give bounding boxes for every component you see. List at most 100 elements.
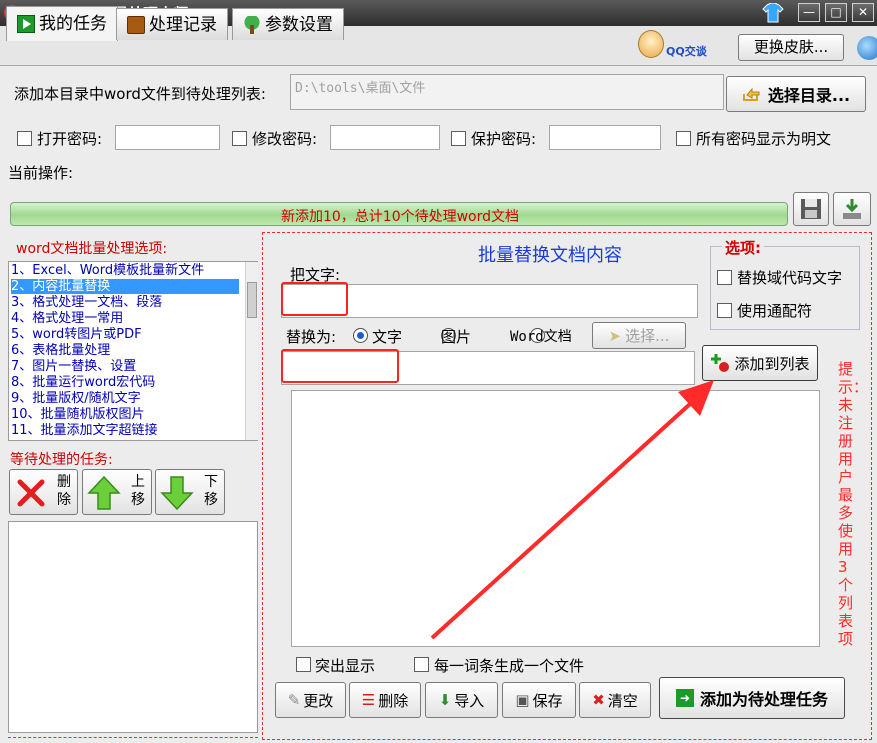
- list-item[interactable]: 2、内容批量替换: [11, 279, 239, 294]
- progress-text: 新添加10，总计10个待处理word文档: [280, 209, 520, 225]
- import-label: 导入: [454, 691, 485, 710]
- move-down-button[interactable]: 下移: [155, 469, 225, 515]
- download-icon: [843, 199, 861, 219]
- mode-image-label: 图片: [441, 328, 472, 346]
- select-directory-button[interactable]: 选择目录...: [726, 76, 866, 112]
- wildcard-checkbox[interactable]: [717, 303, 732, 318]
- minimize-button[interactable]: —: [798, 3, 820, 22]
- highlight-box: [281, 349, 399, 383]
- per-entry-file-label: 每一词条生成一个文件: [434, 657, 585, 675]
- maximize-button[interactable]: □: [825, 3, 847, 22]
- open-password-checkbox[interactable]: [17, 131, 32, 146]
- folder-arrow-icon: [742, 87, 760, 101]
- change-skin-button[interactable]: 更换皮肤...: [738, 34, 844, 61]
- mode-text-label: 文字: [372, 328, 403, 346]
- delete-list-icon: ☰: [361, 691, 376, 709]
- browser-icon[interactable]: [857, 36, 877, 60]
- list-item[interactable]: 11、批量添加文字超链接: [11, 423, 239, 438]
- list-item[interactable]: 4、格式处理一常用: [11, 311, 239, 326]
- add-pending-task-button[interactable]: ➜ 添加为待处理任务: [659, 677, 845, 719]
- delete-task-label: 删除: [57, 474, 71, 508]
- list-item[interactable]: 10、批量随机版权图片: [11, 407, 239, 422]
- tab-settings[interactable]: 参数设置: [232, 8, 344, 40]
- options-title: word文档批量处理选项:: [16, 241, 168, 257]
- up-arrow-icon: [87, 475, 121, 510]
- modify-password-label: 修改密码:: [252, 130, 318, 148]
- pencil-icon: ✎: [287, 691, 301, 709]
- import-icon: ⬇: [438, 691, 452, 709]
- progress-bar: 新添加10，总计10个待处理word文档: [10, 202, 788, 226]
- show-plain-checkbox[interactable]: [676, 131, 691, 146]
- arrow-right-icon: ➜: [675, 689, 694, 707]
- list-item[interactable]: 6、表格批量处理: [11, 343, 239, 358]
- qq-icon[interactable]: [638, 30, 664, 58]
- shirt-icon[interactable]: [762, 3, 784, 23]
- open-password-input[interactable]: [115, 125, 220, 150]
- options-group-title: 选项:: [722, 237, 764, 258]
- open-password-label: 打开密码:: [37, 130, 103, 148]
- field-code-checkbox[interactable]: [717, 270, 732, 285]
- wildcard-label: 使用通配符: [737, 302, 813, 320]
- pending-tasks-list[interactable]: [8, 521, 258, 733]
- add-to-list-label: 添加到列表: [734, 354, 810, 373]
- tree-icon: [243, 15, 261, 34]
- divider: [8, 737, 258, 738]
- red-x-icon: [17, 479, 45, 507]
- move-up-button[interactable]: 上移: [82, 469, 152, 515]
- show-plain-label: 所有密码显示为明文: [696, 130, 832, 148]
- protect-password-input[interactable]: [549, 125, 661, 150]
- down-arrow-icon: [160, 476, 194, 511]
- list-item[interactable]: 7、图片一替换、设置: [11, 359, 239, 374]
- field-code-label: 替换域代码文字: [737, 269, 843, 287]
- tab-my-tasks[interactable]: 我的任务: [6, 6, 118, 41]
- mode-text-radio[interactable]: [353, 328, 368, 343]
- clear-list-label: 清空: [607, 691, 638, 710]
- tab-label: 我的任务: [39, 14, 107, 34]
- save-list-button[interactable]: ▣ 保存: [502, 682, 576, 718]
- folder-arrow-icon: ➤: [608, 326, 622, 345]
- registration-hint: 提示：未注册用户最多使用3个列表项: [838, 360, 869, 648]
- clear-list-button[interactable]: ✖ 清空: [579, 682, 651, 718]
- save-progress-button[interactable]: [793, 192, 829, 226]
- move-up-label: 上移: [131, 474, 145, 508]
- list-item[interactable]: 8、批量运行word宏代码: [11, 375, 239, 390]
- import-button[interactable]: ⬇ 导入: [425, 682, 498, 718]
- protect-password-label: 保护密码:: [471, 130, 537, 148]
- replace-panel-title: 批量替换文档内容: [478, 245, 622, 266]
- highlight-checkbox[interactable]: [296, 657, 311, 672]
- modify-password-checkbox[interactable]: [232, 131, 247, 146]
- briefcase-icon: [127, 15, 145, 34]
- play-icon: [17, 15, 35, 33]
- delete-task-button[interactable]: 删除: [9, 469, 78, 515]
- move-down-label: 下移: [204, 474, 218, 508]
- add-pending-task-label: 添加为待处理任务: [699, 690, 828, 709]
- tab-label: 处理记录: [149, 14, 217, 35]
- choose-file-label: 选择...: [625, 327, 670, 345]
- tab-history[interactable]: 处理记录: [116, 8, 228, 40]
- highlight-label: 突出显示: [315, 657, 376, 675]
- delete-entry-button[interactable]: ☰ 删除: [349, 682, 421, 718]
- options-scrollbar[interactable]: [245, 262, 258, 440]
- close-button[interactable]: ✕: [852, 3, 874, 22]
- edit-entry-label: 更改: [303, 691, 334, 710]
- modify-password-input[interactable]: [330, 125, 440, 150]
- list-item[interactable]: 5、word转图片或PDF: [11, 327, 239, 342]
- download-button[interactable]: [833, 192, 871, 226]
- add-directory-label: 添加本目录中word文件到待处理列表:: [14, 85, 266, 103]
- delete-entry-label: 删除: [378, 691, 409, 710]
- list-item[interactable]: 9、批量版权/随机文字: [11, 391, 239, 406]
- choose-file-button[interactable]: ➤ 选择...: [592, 322, 686, 349]
- list-item[interactable]: 1、Excel、Word模板批量新文件: [11, 263, 239, 278]
- options-list[interactable]: 1、Excel、Word模板批量新文件 2、内容批量替换 3、格式处理一文档、段…: [8, 261, 258, 441]
- protect-password-checkbox[interactable]: [451, 131, 466, 146]
- directory-path-input[interactable]: D:\tools\桌面\文件: [290, 74, 724, 110]
- floppy-icon: [801, 199, 821, 219]
- scroll-thumb[interactable]: [247, 282, 257, 318]
- list-item[interactable]: 3、格式处理一文档、段落: [11, 295, 239, 310]
- edit-entry-button[interactable]: ✎ 更改: [275, 682, 346, 718]
- clear-x-icon: ✖: [592, 691, 605, 709]
- qq-chat-link[interactable]: QQ交谈: [666, 43, 707, 59]
- per-entry-file-checkbox[interactable]: [414, 657, 429, 672]
- current-operation-label: 当前操作:: [8, 164, 74, 182]
- save-icon: ▣: [515, 691, 530, 709]
